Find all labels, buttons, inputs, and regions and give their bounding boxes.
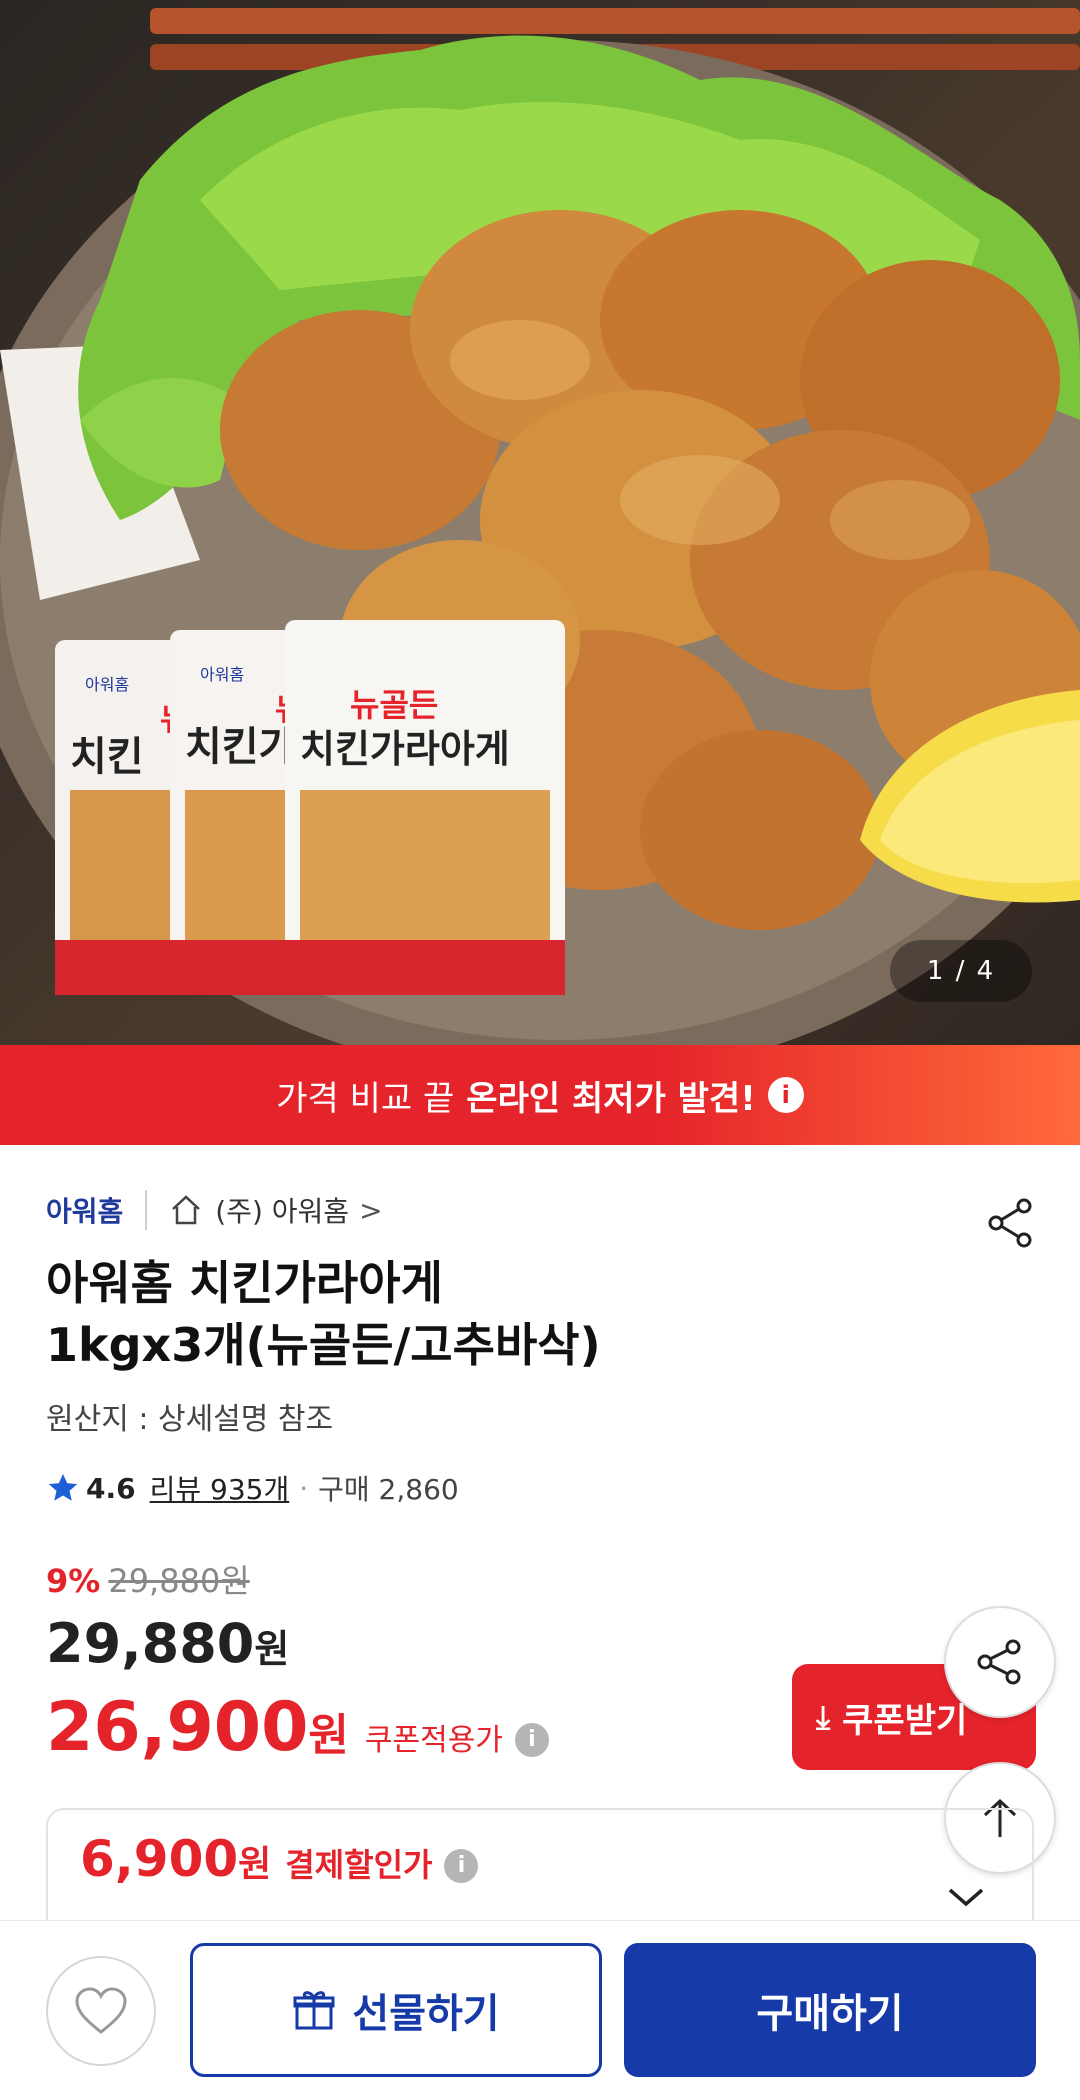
product-title-line2: 1kgx3개(뉴골든/고추바삭) bbox=[46, 1318, 601, 1372]
sale-price-number: 29,880 bbox=[46, 1612, 255, 1675]
coupon-price: 26,900원 bbox=[46, 1688, 349, 1767]
chevron-right-icon: > bbox=[359, 1193, 383, 1227]
share-icon bbox=[977, 1639, 1021, 1685]
coupon-price-row: 26,900원 쿠폰적용가 i bbox=[46, 1688, 549, 1767]
lowest-price-banner[interactable]: 가격 비교 끝 온라인 최저가 발견! i bbox=[0, 1045, 1080, 1145]
rating-score: 4.6 bbox=[86, 1471, 136, 1505]
payment-discount-unit: 원 bbox=[238, 1844, 272, 1885]
sale-price-unit: 원 bbox=[254, 1627, 290, 1671]
payment-discount-number: 6,900 bbox=[80, 1830, 239, 1888]
sale-price: 29,880원 bbox=[46, 1612, 289, 1675]
promo-text: 가격 비교 끝 bbox=[276, 1078, 455, 1119]
coupon-info-icon[interactable]: i bbox=[514, 1722, 549, 1757]
purchase-count: 구매 2,860 bbox=[318, 1473, 459, 1506]
product-page: 아워홈 뉴 치킨 아워홈 뉴 치킨가 뉴골든 치킨가라아게 1 / 4 bbox=[0, 0, 1080, 2100]
payment-discount-label: 결제할인가 bbox=[285, 1846, 433, 1884]
origin-text: 원산지 : 상세설명 참조 bbox=[46, 1402, 334, 1437]
heart-icon bbox=[75, 1987, 127, 2034]
discount-row: 9% 29,880원 bbox=[46, 1556, 250, 1602]
svg-text:아워홈: 아워홈 bbox=[200, 665, 244, 684]
payment-discount-price: 6,900원 bbox=[80, 1830, 271, 1888]
product-title: 아워홈 치킨가라아게 1kgx3개(뉴골든/고추바삭) bbox=[46, 1252, 946, 1376]
bottom-action-bar: 선물하기 구매하기 bbox=[0, 1920, 1080, 2100]
home-icon bbox=[172, 1195, 201, 1225]
gift-button[interactable]: 선물하기 bbox=[190, 1943, 602, 2077]
product-title-line1: 아워홈 치킨가라아게 bbox=[46, 1256, 443, 1310]
coupon-price-number: 26,900 bbox=[46, 1688, 309, 1767]
gift-label: 선물하기 bbox=[352, 1991, 500, 2037]
payment-discount-row: 6,900원 결제할인가 i bbox=[80, 1830, 479, 1888]
store-link[interactable]: (주) 아워홈 bbox=[215, 1190, 349, 1230]
svg-text:치킨: 치킨 bbox=[70, 734, 144, 780]
coupon-price-unit: 원 bbox=[308, 1710, 349, 1761]
product-photo-illustration: 아워홈 뉴 치킨 아워홈 뉴 치킨가 뉴골든 치킨가라아게 bbox=[0, 8, 1080, 1045]
svg-text:치킨가: 치킨가 bbox=[185, 724, 296, 770]
svg-text:아워홈: 아워홈 bbox=[85, 675, 129, 694]
download-icon: ⤓ bbox=[816, 1697, 831, 1736]
share-icon[interactable] bbox=[984, 1196, 1038, 1250]
image-counter: 1 / 4 bbox=[890, 940, 1032, 1002]
rating-row: 4.6 리뷰 935개 · 구매 2,860 bbox=[46, 1466, 459, 1510]
product-image[interactable]: 아워홈 뉴 치킨 아워홈 뉴 치킨가 뉴골든 치킨가라아게 1 / 4 bbox=[0, 0, 1080, 1045]
info-icon[interactable]: i bbox=[767, 1077, 804, 1113]
floating-share-button[interactable] bbox=[944, 1606, 1056, 1718]
seller-row: 아워홈 (주) 아워홈 > bbox=[46, 1182, 383, 1238]
svg-text:뉴골든: 뉴골든 bbox=[350, 686, 438, 724]
chevron-down-icon[interactable] bbox=[944, 1882, 988, 1912]
star-icon bbox=[48, 1473, 78, 1501]
promo-highlight: 온라인 최저가 발견! bbox=[466, 1078, 756, 1119]
payment-info-icon[interactable]: i bbox=[444, 1848, 479, 1883]
coupon-price-label: 쿠폰적용가 bbox=[364, 1723, 503, 1758]
divider bbox=[145, 1190, 148, 1230]
get-coupon-label: 쿠폰받기 bbox=[842, 1700, 968, 1741]
buy-button[interactable]: 구매하기 bbox=[624, 1943, 1036, 2077]
separator-dot: · bbox=[299, 1471, 309, 1505]
brand-logo[interactable]: 아워홈 bbox=[46, 1190, 123, 1230]
svg-text:치킨가라아게: 치킨가라아게 bbox=[300, 727, 510, 771]
reviews-link[interactable]: 리뷰 935개 bbox=[150, 1468, 290, 1508]
gift-icon bbox=[293, 1991, 335, 2030]
discount-percent: 9% bbox=[46, 1562, 101, 1600]
wishlist-button[interactable] bbox=[46, 1956, 156, 2066]
original-price: 29,880원 bbox=[108, 1562, 250, 1600]
